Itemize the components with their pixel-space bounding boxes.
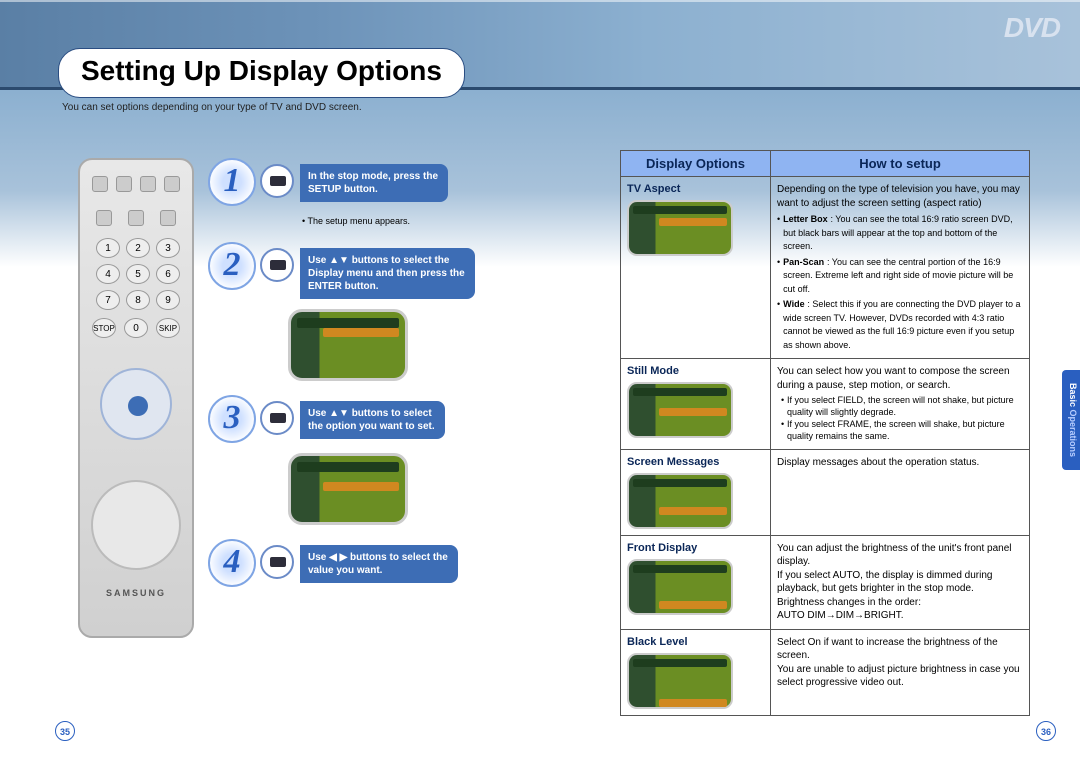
menu-thumbnail	[627, 653, 733, 709]
step-number: 2	[208, 242, 256, 290]
step-note: • The setup menu appears.	[302, 216, 528, 226]
menu-screenshot	[288, 309, 408, 381]
table-row: Screen Messages Display messages about t…	[621, 449, 1030, 535]
menu-screenshot	[288, 453, 408, 525]
step-text: Use ▲▼ buttons to select the option you …	[300, 401, 445, 439]
menu-thumbnail	[627, 382, 733, 438]
page-title: Setting Up Display Options	[81, 55, 442, 87]
step-number: 3	[208, 395, 256, 443]
intro-text: You can set options depending on your ty…	[62, 102, 362, 113]
menu-thumbnail	[627, 473, 733, 529]
step-number: 1	[208, 158, 256, 206]
remote-brand: SAMSUNG	[88, 588, 184, 598]
step-number: 4	[208, 539, 256, 587]
page-number-right: 36	[1036, 721, 1056, 741]
step-2: 2 Use ▲▼ buttons to select the Display m…	[208, 242, 528, 299]
step-text: Use ◀ ▶ buttons to select the value you …	[300, 545, 458, 583]
option-label: Black Level	[627, 636, 688, 648]
page-number-left: 35	[55, 721, 75, 741]
page-title-box: Setting Up Display Options	[58, 48, 465, 98]
table-row: Black Level Select On if want to increas…	[621, 629, 1030, 715]
options-table-area: Display Options How to setup TV Aspect D…	[620, 150, 1030, 716]
enter-button-icon	[260, 545, 294, 579]
steps-column: 1 In the stop mode, press the SETUP butt…	[208, 158, 528, 597]
step-1: 1 In the stop mode, press the SETUP butt…	[208, 158, 528, 206]
enter-button-icon	[260, 248, 294, 282]
menu-thumbnail	[627, 559, 733, 615]
remote-illustration: 123 456 789 STOP0SKIP SAMSUNG	[78, 158, 194, 638]
step-3: 3 Use ▲▼ buttons to select the option yo…	[208, 395, 528, 443]
option-label: Front Display	[627, 542, 697, 554]
setup-button-icon	[260, 164, 294, 198]
section-tab: Basic Operations	[1062, 370, 1080, 470]
step-text: Use ▲▼ buttons to select the Display men…	[300, 248, 475, 299]
dvd-logo: DVD	[1004, 12, 1060, 44]
enter-button-icon	[260, 401, 294, 435]
step-4: 4 Use ◀ ▶ buttons to select the value yo…	[208, 539, 528, 587]
step-text: In the stop mode, press the SETUP button…	[300, 164, 448, 202]
option-label: TV Aspect	[627, 183, 680, 195]
table-row: Front Display You can adjust the brightn…	[621, 535, 1030, 629]
menu-thumbnail	[627, 200, 733, 256]
table-row: Still Mode You can select how you want t…	[621, 359, 1030, 450]
table-header-right: How to setup	[771, 151, 1030, 177]
option-label: Still Mode	[627, 365, 679, 377]
display-options-table: Display Options How to setup TV Aspect D…	[620, 150, 1030, 716]
table-header-left: Display Options	[621, 151, 771, 177]
option-label: Screen Messages	[627, 456, 719, 468]
table-row: TV Aspect Depending on the type of telev…	[621, 177, 1030, 359]
